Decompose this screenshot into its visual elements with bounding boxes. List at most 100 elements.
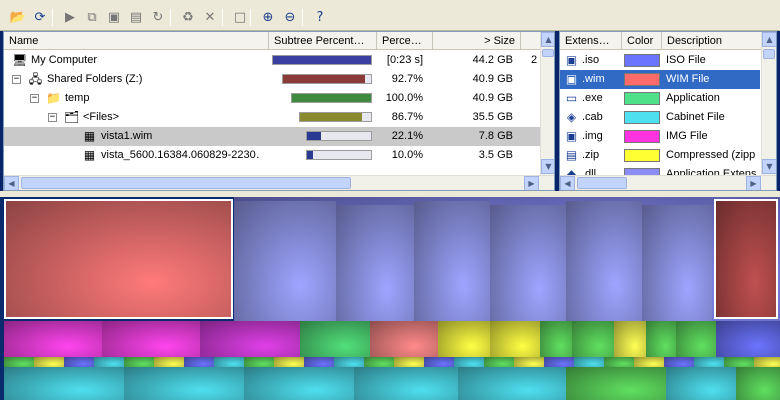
treemap-tile[interactable]: [454, 357, 484, 367]
treemap-tile-iso[interactable]: [566, 201, 642, 321]
zoom-out-icon[interactable]: ⊖: [280, 8, 300, 27]
command-prompt-icon[interactable]: ▤: [126, 8, 146, 27]
tree-row[interactable]: − 🗂 <Files> 86.7% 35.5 GB: [4, 108, 544, 127]
treemap-tile[interactable]: [364, 357, 394, 367]
tree-row[interactable]: − 🖧 Shared Folders (Z:) 92.7% 40.9 GB: [4, 70, 544, 89]
play-icon[interactable]: ▶: [60, 8, 80, 27]
scroll-up-button[interactable]: ▲: [762, 32, 776, 47]
treemap-tile-iso[interactable]: [642, 205, 712, 325]
treemap-tile[interactable]: [424, 357, 454, 367]
scroll-down-button[interactable]: ▼: [762, 159, 776, 174]
treemap-tile[interactable]: [124, 367, 244, 400]
refresh-icon[interactable]: ⟳: [30, 8, 50, 27]
treemap-tile-wim-selected[interactable]: [4, 199, 233, 319]
new-folder-icon[interactable]: □: [230, 8, 250, 27]
extension-row[interactable]: ▤ .zip Compressed (zipp: [560, 146, 760, 165]
open-folder-icon[interactable]: 📂: [8, 8, 28, 27]
treemap-tile[interactable]: [754, 357, 780, 367]
treemap-tile[interactable]: [724, 357, 754, 367]
treemap-tile[interactable]: [458, 367, 566, 400]
column-header-percent[interactable]: Perce…: [377, 32, 433, 50]
treemap-tile-iso[interactable]: [234, 201, 336, 321]
delete-icon[interactable]: ✕: [200, 8, 220, 27]
treemap-tile[interactable]: [490, 321, 540, 357]
treemap-tile[interactable]: [438, 321, 490, 357]
treemap-tile[interactable]: [214, 357, 244, 367]
treemap-view[interactable]: [0, 197, 780, 400]
treemap-tile[interactable]: [604, 357, 634, 367]
explorer-icon[interactable]: ▣: [104, 8, 124, 27]
treemap-tile[interactable]: [634, 357, 664, 367]
treemap-tile[interactable]: [64, 357, 94, 367]
scroll-left-button[interactable]: ◀: [560, 176, 575, 190]
scroll-down-button[interactable]: ▼: [541, 159, 554, 174]
scroll-thumb-horizontal[interactable]: [21, 177, 351, 189]
treemap-tile[interactable]: [566, 367, 666, 400]
treemap-tile[interactable]: [736, 367, 780, 400]
tree-row[interactable]: − 📁 temp 100.0% 40.9 GB: [4, 89, 544, 108]
tree-row[interactable]: ▦ vista_5600.16384.060829-2230… 10.0% 3.5 G…: [4, 146, 544, 165]
directory-tree-pane[interactable]: Name Subtree Percent… Perce… > Size 🖥 My …: [3, 31, 555, 191]
tree-expander[interactable]: −: [48, 113, 57, 122]
extension-row[interactable]: ▭ .exe Application: [560, 89, 760, 108]
treemap-tile-iso[interactable]: [490, 205, 566, 325]
scroll-up-button[interactable]: ▲: [541, 32, 554, 47]
copy-icon[interactable]: ⧉: [82, 8, 102, 27]
treemap-tile[interactable]: [102, 321, 200, 357]
column-header-name[interactable]: Name: [4, 32, 269, 50]
treemap-tile[interactable]: [200, 321, 300, 357]
treemap-tile[interactable]: [94, 357, 124, 367]
recycle-icon[interactable]: ♻: [178, 8, 198, 27]
scroll-thumb[interactable]: [542, 49, 554, 57]
scroll-left-button[interactable]: ◀: [4, 176, 19, 190]
treemap-tile[interactable]: [514, 357, 544, 367]
treemap-tile[interactable]: [4, 357, 34, 367]
treemap-tile[interactable]: [544, 357, 574, 367]
tree-horizontal-scrollbar[interactable]: ◀ ▶: [4, 175, 554, 190]
treemap-tile[interactable]: [716, 321, 780, 357]
ext-horizontal-scrollbar[interactable]: ◀ ▶: [560, 175, 776, 190]
treemap-tile[interactable]: [484, 357, 514, 367]
tree-row[interactable]: 🖥 My Computer [0:23 s] 44.2 GB 2: [4, 51, 544, 70]
treemap-tile[interactable]: [274, 357, 304, 367]
treemap-tile[interactable]: [244, 357, 274, 367]
treemap-tile[interactable]: [124, 357, 154, 367]
extension-row[interactable]: ▣ .img IMG File: [560, 127, 760, 146]
column-header-more[interactable]: [521, 32, 541, 50]
treemap-tile[interactable]: [184, 357, 214, 367]
scroll-thumb-horizontal[interactable]: [577, 177, 627, 189]
help-icon[interactable]: ?: [310, 8, 330, 27]
extension-row[interactable]: ◈ .cab Cabinet File: [560, 108, 760, 127]
column-header-color[interactable]: Color: [622, 32, 662, 50]
tree-expander[interactable]: −: [12, 75, 21, 84]
scroll-right-button[interactable]: ▶: [524, 176, 539, 190]
treemap-tile[interactable]: [4, 321, 102, 357]
treemap-tile[interactable]: [34, 357, 64, 367]
extension-list-pane[interactable]: Extens… Color Description ▣ .iso ISO File ▣…: [559, 31, 777, 191]
treemap-tile[interactable]: [304, 357, 334, 367]
tree-vertical-scrollbar[interactable]: ▲ ▼: [540, 32, 554, 175]
treemap-tile[interactable]: [694, 357, 724, 367]
treemap-tile[interactable]: [664, 357, 694, 367]
tree-row[interactable]: ▦ vista1.wim 22.1% 7.8 GB: [4, 127, 544, 146]
ext-vertical-scrollbar[interactable]: ▲ ▼: [761, 32, 776, 175]
column-header-description[interactable]: Description: [662, 32, 762, 50]
treemap-tile[interactable]: [300, 321, 370, 357]
treemap-tile[interactable]: [244, 367, 354, 400]
extension-row[interactable]: ▣ .iso ISO File: [560, 51, 760, 70]
treemap-tile[interactable]: [370, 321, 438, 357]
refresh-selected-icon[interactable]: ↻: [148, 8, 168, 27]
tree-expander[interactable]: −: [30, 94, 39, 103]
extension-row[interactable]: ▣ .wim WIM File: [560, 70, 760, 89]
treemap-tile[interactable]: [154, 357, 184, 367]
treemap-tile[interactable]: [4, 367, 124, 400]
scroll-right-button[interactable]: ▶: [746, 176, 761, 190]
treemap-tile[interactable]: [394, 357, 424, 367]
scroll-thumb[interactable]: [763, 49, 775, 59]
treemap-tile-iso[interactable]: [336, 205, 414, 325]
column-header-extension[interactable]: Extens…: [560, 32, 622, 50]
treemap-tile[interactable]: [572, 321, 614, 357]
zoom-in-icon[interactable]: ⊕: [258, 8, 278, 27]
treemap-tile[interactable]: [676, 321, 716, 357]
column-header-subtree-percent[interactable]: Subtree Percent…: [269, 32, 377, 50]
